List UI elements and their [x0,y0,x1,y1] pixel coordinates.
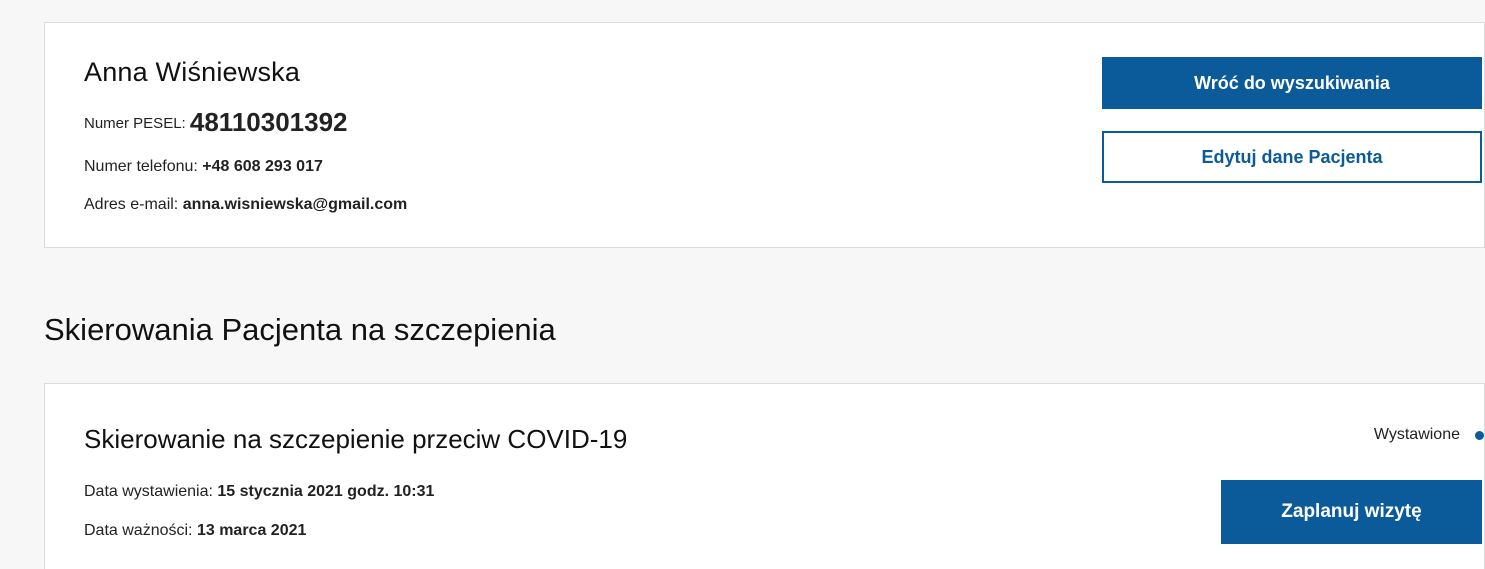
pesel-row: Numer PESEL: 48110301392 [84,107,348,138]
valid-date-row: Data ważności: 13 marca 2021 [84,522,306,540]
issued-date-label: Data wystawienia: [84,483,213,500]
phone-row: Numer telefonu: +48 608 293 017 [84,158,323,176]
page: Anna Wiśniewska Numer PESEL: 48110301392… [0,0,1485,569]
status-dot-icon [1475,430,1484,440]
status-badge: Wystawione [1374,426,1484,444]
valid-date-value: 13 marca 2021 [196,522,307,539]
referrals-section-title: Skierowania Pacjenta na szczepienia [44,312,556,347]
referral-title: Skierowanie na szczepienie przeciw COVID… [84,424,628,454]
issued-date-value: 15 stycznia 2021 godz. 10:31 [217,483,435,500]
status-label: Wystawione [1373,426,1460,443]
valid-date-label: Data ważności: [84,522,193,539]
pesel-value: 48110301392 [189,107,348,137]
email-label: Adres e-mail: [84,196,179,213]
email-row: Adres e-mail: anna.wisniewska@gmail.com [84,196,407,214]
referral-card: Skierowanie na szczepienie przeciw COVID… [44,383,1485,569]
issued-date-row: Data wystawienia: 15 stycznia 2021 godz.… [84,483,434,501]
patient-name: Anna Wiśniewska [84,57,301,87]
pesel-label: Numer PESEL: [84,115,186,132]
phone-value: +48 608 293 017 [202,158,323,175]
schedule-visit-button[interactable]: Zaplanuj wizytę [1221,480,1482,544]
back-to-search-button[interactable]: Wróć do wyszukiwania [1102,57,1482,109]
email-value: anna.wisniewska@gmail.com [182,196,408,213]
edit-patient-button[interactable]: Edytuj dane Pacjenta [1102,131,1482,183]
phone-label: Numer telefonu: [84,158,198,175]
patient-card: Anna Wiśniewska Numer PESEL: 48110301392… [44,22,1485,248]
